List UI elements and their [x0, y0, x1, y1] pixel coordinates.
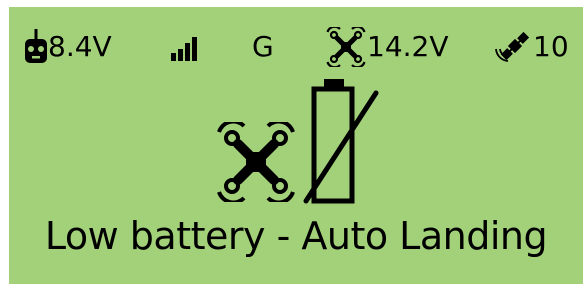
gps-status: 10 [493, 27, 569, 67]
drone-battery-status: 14.2V [325, 27, 449, 67]
flight-mode-label: G [252, 30, 274, 63]
signal-strength-icon [171, 29, 203, 65]
satellite-icon [493, 29, 533, 65]
radio-battery-status: 8.4V [24, 27, 112, 67]
satellite-count: 10 [533, 30, 569, 63]
status-bar: 8.4V G 14.2V 10 [9, 7, 583, 87]
quadcopter-icon [325, 27, 367, 67]
quadcopter-icon [216, 122, 296, 202]
drone-voltage: 14.2V [367, 30, 449, 63]
radio-voltage: 8.4V [48, 30, 112, 63]
signal-strength [171, 27, 203, 67]
rc-controller-icon [24, 29, 48, 65]
flight-mode: G [252, 27, 274, 67]
alert-message: Low battery - Auto Landing [44, 214, 548, 258]
osd-screen: 8.4V G 14.2V 10 Low battery - Auto Landi… [9, 7, 583, 284]
battery-empty-slashed-icon [300, 77, 390, 207]
